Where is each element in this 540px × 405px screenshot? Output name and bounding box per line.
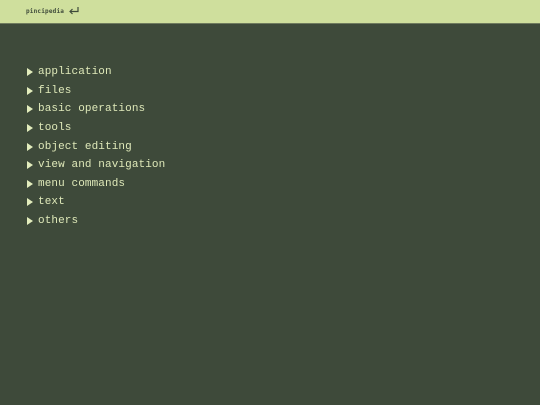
app-title[interactable]: pincipedia: [26, 8, 64, 15]
topic-label: text: [38, 196, 65, 209]
topic-item-files[interactable]: files: [27, 82, 165, 101]
topic-label: files: [38, 84, 72, 97]
triangle-right-icon: [27, 105, 33, 114]
topic-item-tools[interactable]: tools: [27, 119, 165, 138]
topic-item-menu-commands[interactable]: menu commands: [27, 175, 165, 194]
topic-item-application[interactable]: application: [27, 63, 165, 82]
topic-label: view and navigation: [38, 159, 166, 172]
topic-item-text[interactable]: text: [27, 193, 165, 212]
triangle-right-icon: [27, 179, 33, 188]
topic-label: others: [38, 215, 79, 228]
topic-item-object-editing[interactable]: object editing: [27, 137, 165, 156]
triangle-right-icon: [27, 124, 33, 133]
triangle-right-icon: [27, 86, 33, 95]
topic-label: application: [38, 66, 112, 79]
topic-item-basic-operations[interactable]: basic operations: [27, 100, 165, 119]
triangle-right-icon: [27, 161, 33, 170]
topic-label: menu commands: [38, 177, 126, 190]
return-arrow-icon[interactable]: [67, 4, 81, 18]
top-bar: pincipedia: [0, 0, 540, 24]
topic-label: object editing: [38, 140, 132, 153]
triangle-right-icon: [27, 68, 33, 77]
triangle-right-icon: [27, 198, 33, 207]
topic-label: basic operations: [38, 103, 146, 116]
topic-label: tools: [38, 122, 72, 135]
topic-item-view-and-navigation[interactable]: view and navigation: [27, 156, 165, 175]
topic-list: application files basic operations tools…: [27, 63, 165, 230]
triangle-right-icon: [27, 217, 33, 226]
triangle-right-icon: [27, 142, 33, 151]
topic-item-others[interactable]: others: [27, 212, 165, 231]
